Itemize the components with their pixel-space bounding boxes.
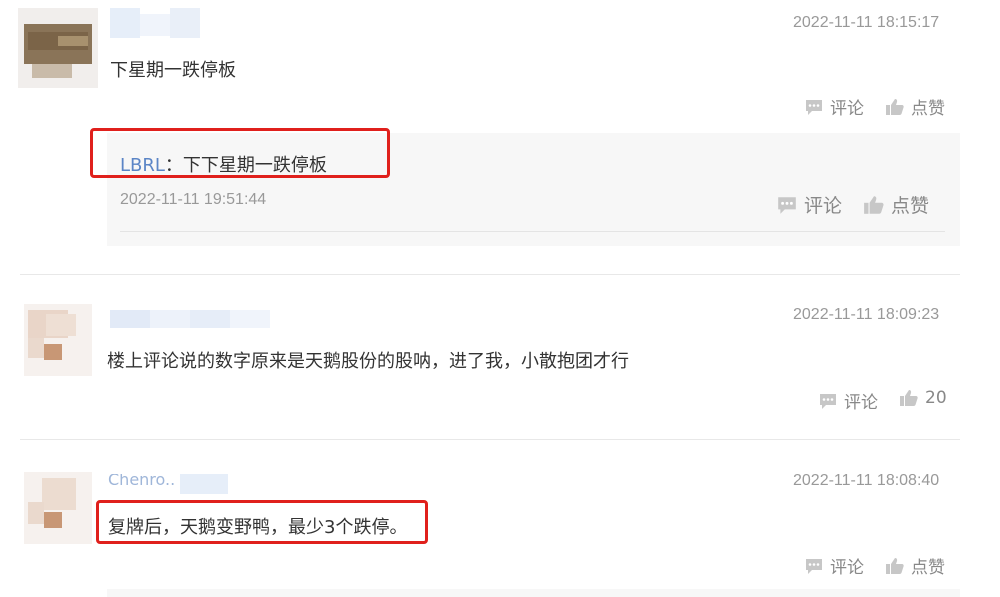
comment-button[interactable]: 评论: [804, 553, 864, 578]
reply-comment-label: 评论: [804, 195, 843, 217]
comment-timestamp: 2022-11-11 18:15:17: [793, 14, 940, 31]
thumbs-up-icon: [885, 557, 905, 575]
like-button[interactable]: 20: [899, 388, 947, 408]
comment-button-label: 评论: [830, 558, 864, 578]
avatar[interactable]: [24, 304, 92, 376]
comment-timestamp: 2022-11-11 18:08:40: [793, 472, 940, 489]
thumbs-up-icon: [863, 195, 885, 215]
comment-icon: [776, 195, 798, 215]
comment-content: 楼上评论说的数字原来是天鹅股份的股呐，进了我，小散抱团才行: [107, 351, 629, 372]
comment-timestamp: 2022-11-11 18:09:23: [793, 306, 940, 323]
comment-button-label: 评论: [844, 393, 878, 413]
thumbs-up-icon: [899, 389, 919, 407]
username-redacted[interactable]: [110, 310, 270, 328]
comment-button[interactable]: 评论: [818, 388, 878, 413]
reply-timestamp: 2022-11-11 19:51:44: [120, 191, 267, 208]
username-redacted[interactable]: [110, 8, 200, 38]
thumbs-up-icon: [885, 98, 905, 116]
like-button[interactable]: 点赞: [885, 94, 945, 119]
next-reply-box: [107, 589, 960, 597]
reply-like-label: 点赞: [891, 195, 930, 217]
comment-content: 下星期一跌停板: [110, 60, 236, 81]
comment-divider: [20, 439, 960, 440]
comment-button-label: 评论: [830, 99, 864, 119]
like-button-label: 点赞: [911, 558, 945, 578]
comment-icon: [804, 557, 824, 575]
reply-divider: [120, 231, 945, 232]
comment-icon: [804, 98, 824, 116]
highlight-box: [96, 500, 428, 544]
avatar[interactable]: [18, 8, 98, 88]
reply-comment-button[interactable]: 评论: [776, 191, 842, 218]
comment-button[interactable]: 评论: [804, 94, 864, 119]
highlight-box: [90, 128, 390, 178]
avatar[interactable]: [24, 472, 92, 544]
comment-icon: [818, 392, 838, 410]
like-count: 20: [925, 388, 947, 408]
comment-divider: [20, 274, 960, 275]
username-partial[interactable]: Chenro..: [108, 474, 228, 494]
reply-like-button[interactable]: 点赞: [863, 191, 929, 218]
like-button-label: 点赞: [911, 99, 945, 119]
like-button[interactable]: 点赞: [885, 553, 945, 578]
